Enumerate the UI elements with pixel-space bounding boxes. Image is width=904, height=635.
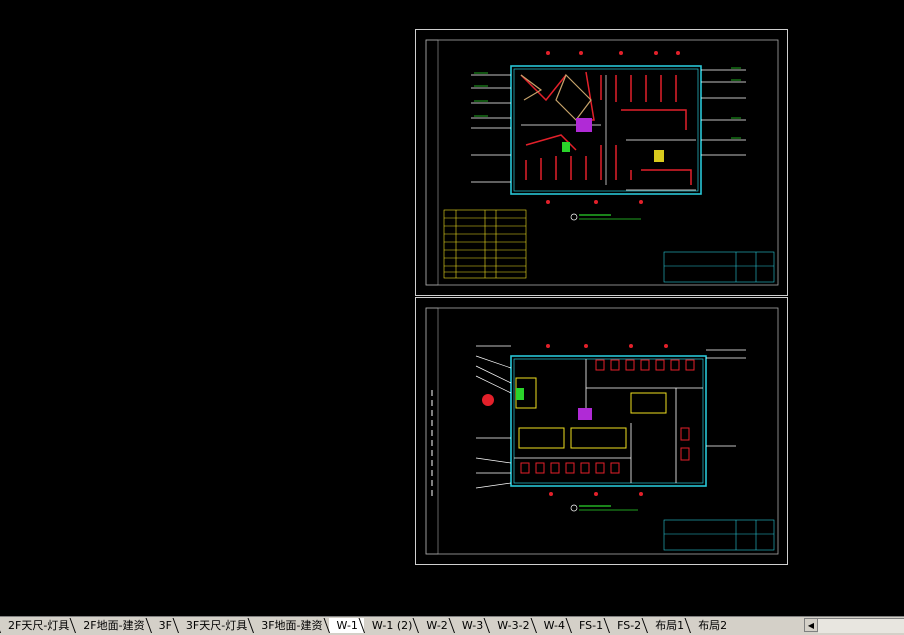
tab-w-3-2[interactable]: W-3-2 [489,618,536,633]
tab-2f-floor-building[interactable]: 2F地面-建资 [75,618,151,633]
scroll-left-icon[interactable]: ◀ [804,618,818,632]
tab-w-1-2[interactable]: W-1 (2) [363,618,419,633]
title-block [663,251,775,283]
legend-table [443,209,527,279]
layout-tabs: 2F天尺-灯具 2F地面-建资 3F 3F天尺-灯具 3F地面-建资 W-1 W… [0,618,734,634]
tab-3f-ceiling-lighting[interactable]: 3F天尺-灯具 [177,618,254,633]
scroll-track[interactable] [818,618,904,633]
floor-plan-ceiling [425,39,779,286]
layout-tab-bar: 2F天尺-灯具 2F地面-建资 3F 3F天尺-灯具 3F地面-建资 W-1 W… [0,616,904,635]
tab-3f-floor-building[interactable]: 3F地面-建资 [253,618,329,633]
tab-2f-ceiling-lighting[interactable]: 2F天尺-灯具 [0,618,76,633]
title-block [663,519,775,551]
drawing-canvas[interactable] [0,0,904,616]
floor-plan-furniture [425,307,779,555]
tab-layout-1[interactable]: 布局1 [647,618,691,633]
layout-sheet-top[interactable] [415,29,788,296]
horizontal-scrollbar[interactable]: ◀ [804,618,904,633]
layout-sheet-bottom[interactable] [415,297,788,565]
tab-layout-2[interactable]: 布局2 [690,618,734,633]
